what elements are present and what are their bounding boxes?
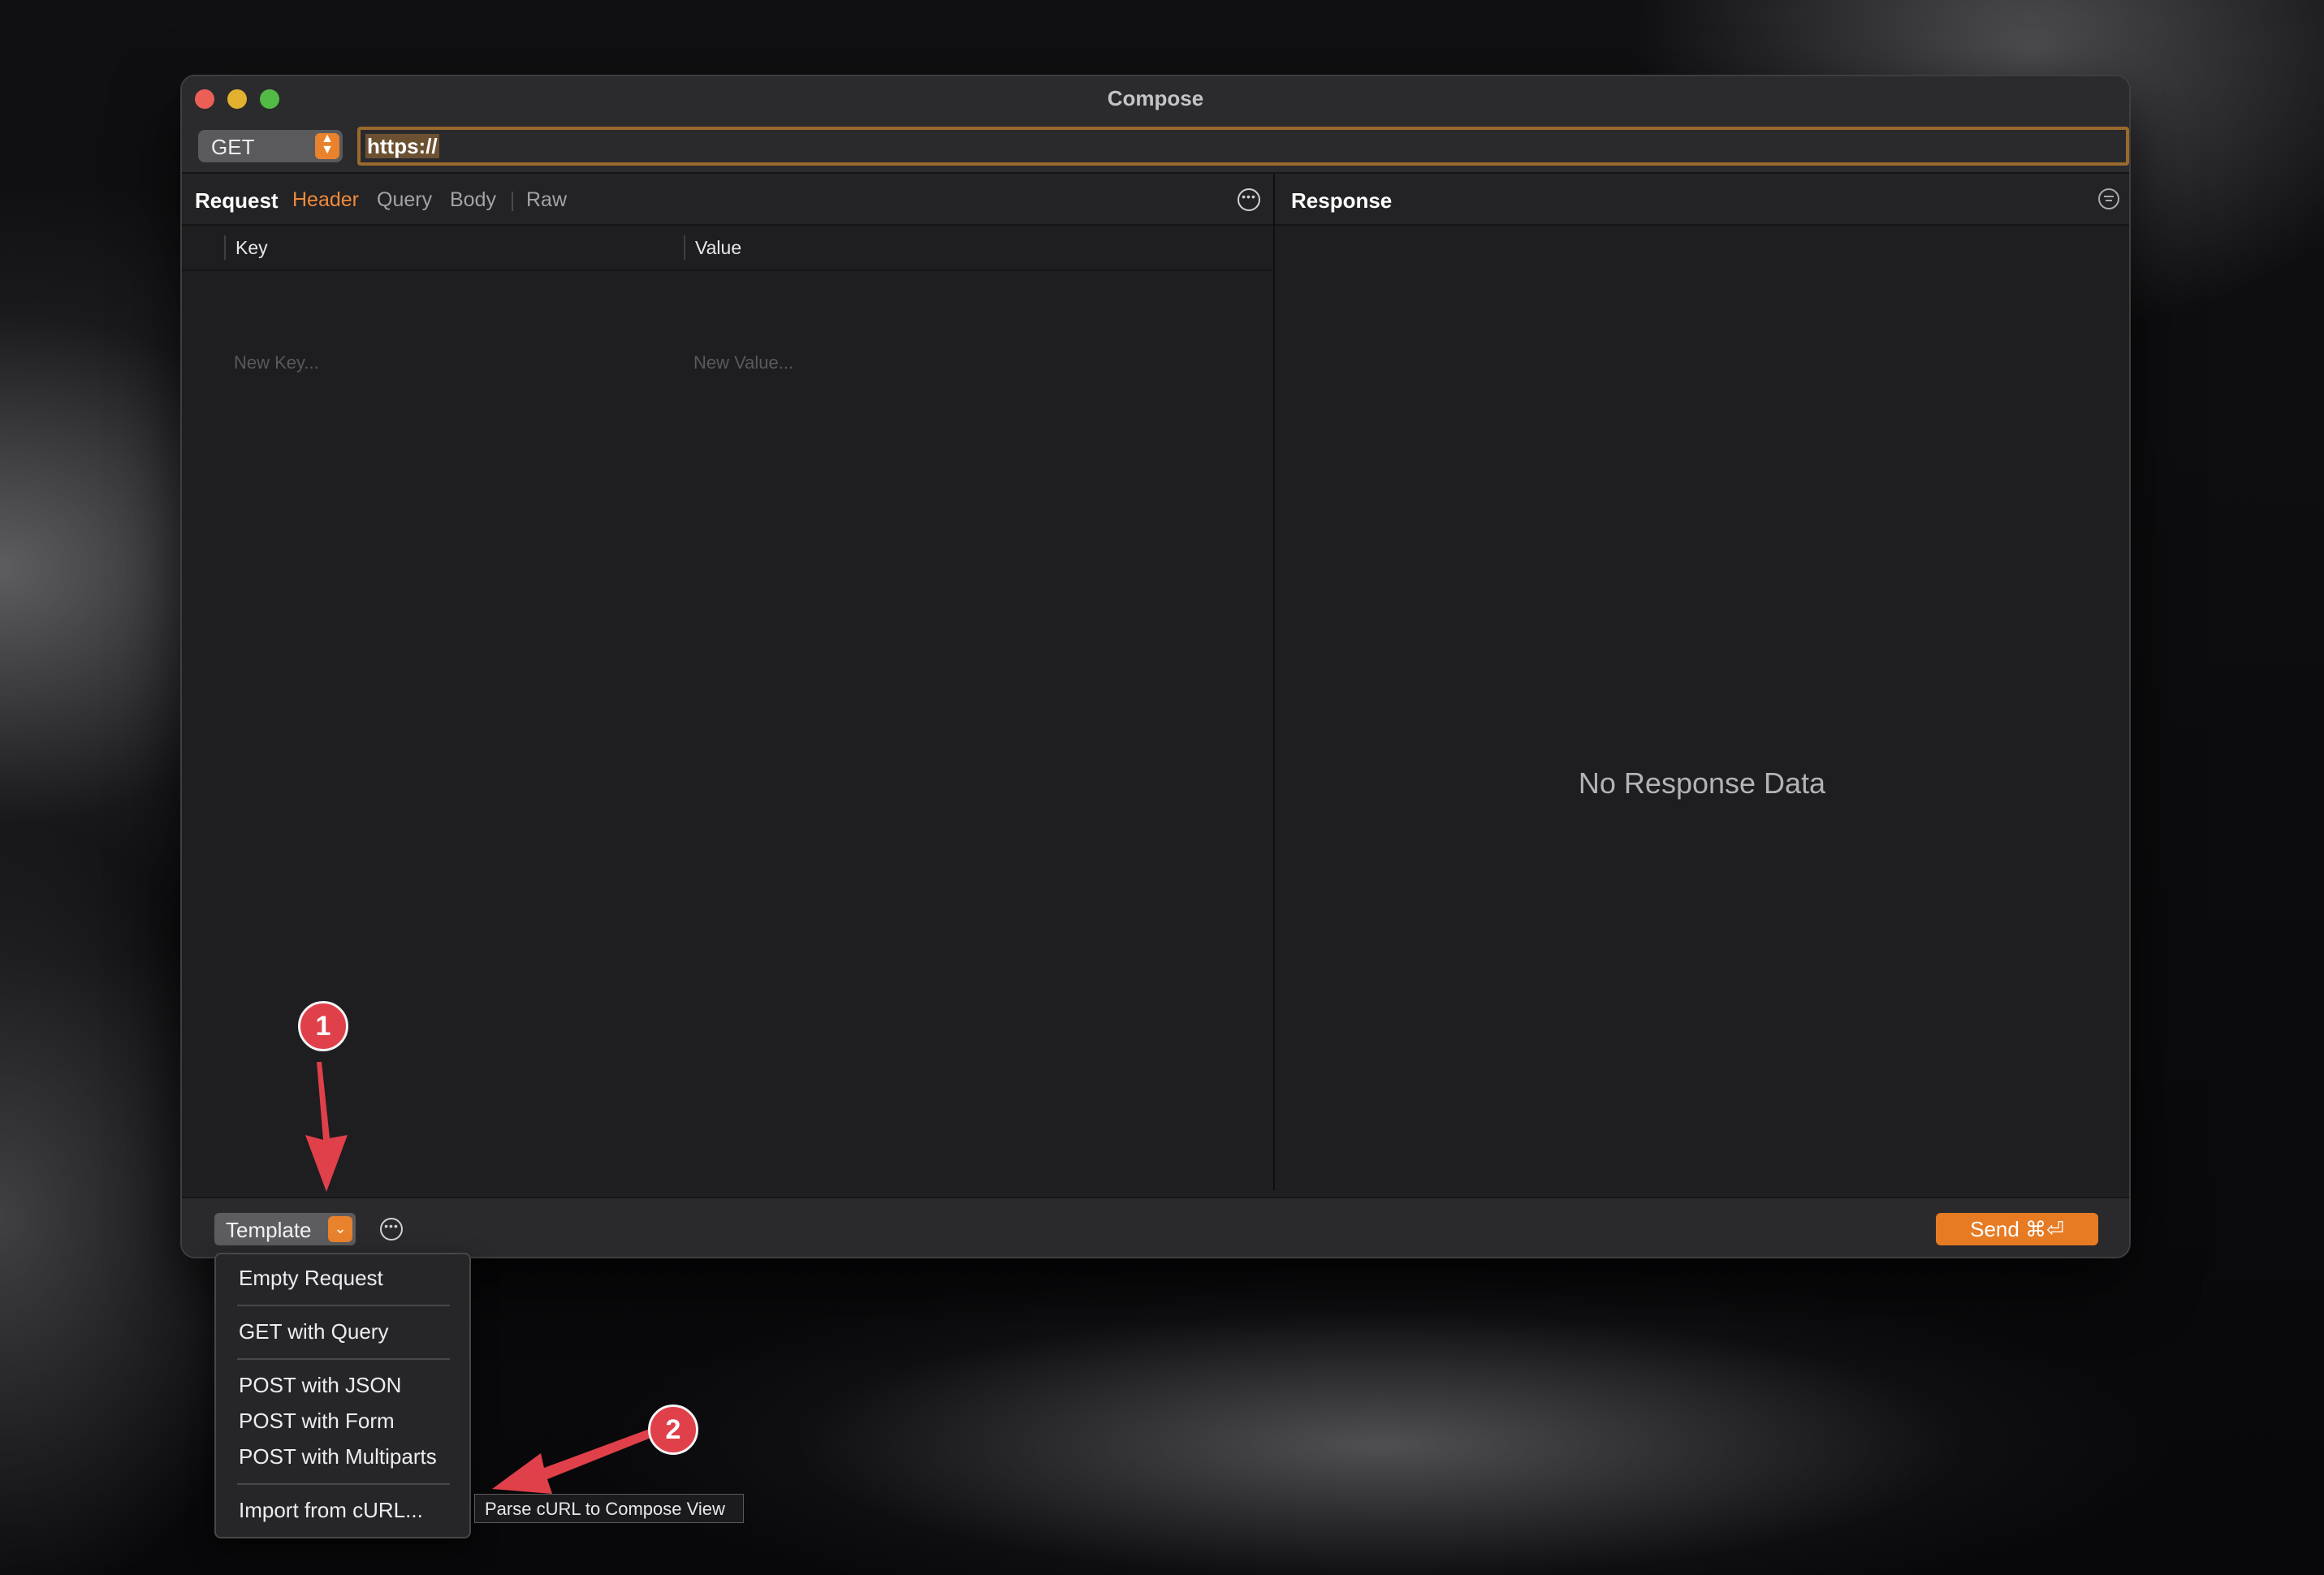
template-dropdown-button[interactable]: Template ⌄ (214, 1213, 356, 1245)
request-tab-bar: Request Header Query Body Raw ••• (182, 174, 1273, 226)
chevron-updown-icon: ▲ ▼ (315, 132, 339, 159)
column-divider (684, 235, 685, 260)
url-value: https:// (365, 134, 439, 158)
template-menu: Empty Request GET with Query POST with J… (214, 1253, 471, 1538)
menu-item-get-with-query[interactable]: GET with Query (239, 1319, 388, 1344)
send-button[interactable]: Send ⌘⏎ (1936, 1213, 2098, 1245)
request-pane: Request Header Query Body Raw ••• Key Va… (182, 174, 1275, 1190)
menu-item-import-from-curl[interactable]: Import from cURL... (239, 1498, 423, 1523)
filter-icon[interactable] (2098, 188, 2119, 209)
empty-response-message: No Response Data (1578, 766, 1826, 800)
menu-divider (237, 1483, 450, 1485)
tab-header[interactable]: Header (292, 188, 359, 212)
menu-item-post-with-form[interactable]: POST with Form (239, 1409, 395, 1434)
tab-raw[interactable]: Raw (526, 188, 567, 212)
response-pane: Response No Response Data (1275, 174, 2129, 1190)
new-value-field[interactable]: New Value... (693, 352, 793, 373)
tab-divider (512, 192, 513, 211)
menu-item-empty-request[interactable]: Empty Request (239, 1266, 383, 1291)
header-table-columns: Key Value (182, 226, 1273, 271)
compose-window: Compose GET ▲ ▼ https:// Request Header Q… (180, 75, 2131, 1258)
menu-divider (237, 1305, 450, 1306)
new-key-field[interactable]: New Key... (234, 352, 319, 373)
url-input[interactable]: https:// (357, 127, 2129, 166)
chevron-down-icon: ⌄ (328, 1216, 352, 1242)
column-key[interactable]: Key (235, 237, 268, 259)
response-header: Response (1275, 174, 2129, 226)
menu-item-post-with-multiparts[interactable]: POST with Multiparts (239, 1444, 437, 1469)
menu-item-post-with-json[interactable]: POST with JSON (239, 1373, 401, 1398)
bottom-toolbar: Template ⌄ ••• Send ⌘⏎ (182, 1197, 2129, 1257)
response-title: Response (1291, 188, 1393, 213)
url-bar: GET ▲ ▼ https:// (182, 122, 2129, 174)
template-label: Template (226, 1218, 312, 1242)
menu-divider (237, 1358, 450, 1360)
annotation-badge-2: 2 (648, 1405, 698, 1455)
tooltip: Parse cURL to Compose View (474, 1494, 744, 1523)
column-value[interactable]: Value (695, 237, 741, 259)
http-method-label: GET (211, 135, 255, 159)
window-title: Compose (1107, 86, 1204, 110)
request-title: Request (195, 188, 279, 213)
column-divider (224, 235, 226, 260)
tab-query[interactable]: Query (377, 188, 432, 212)
more-options-icon[interactable]: ••• (1238, 188, 1260, 211)
more-options-icon[interactable]: ••• (380, 1218, 403, 1241)
annotation-badge-1: 1 (298, 1001, 348, 1051)
http-method-select[interactable]: GET ▲ ▼ (198, 130, 343, 162)
title-bar: Compose (182, 76, 2129, 122)
tab-body[interactable]: Body (450, 188, 496, 212)
